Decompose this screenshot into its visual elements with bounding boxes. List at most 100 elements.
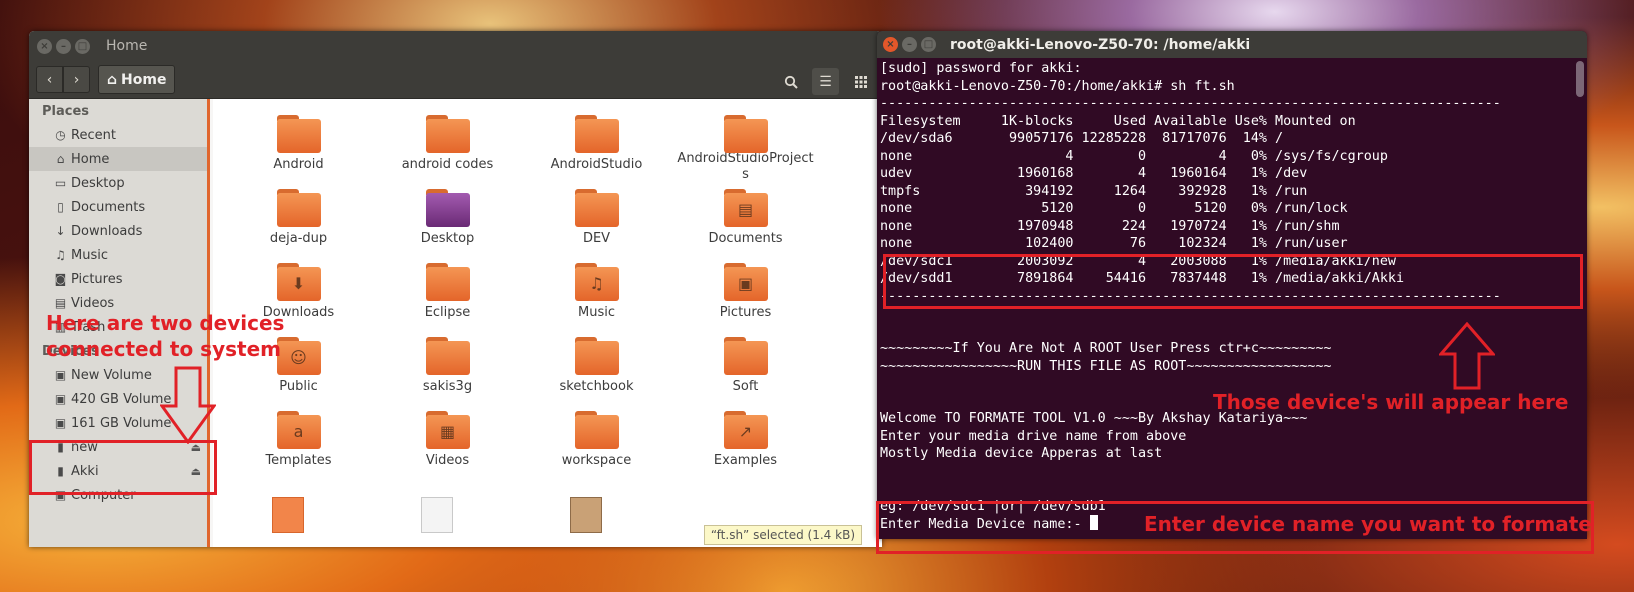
terminal-titlebar: × – □ root@akki-Lenovo-Z50-70: /home/akk…: [877, 31, 1587, 58]
file-item[interactable]: sketchbook: [522, 331, 671, 405]
file-item[interactable]: DEV: [522, 183, 671, 257]
sidebar-item-recent[interactable]: ◷ Recent: [29, 123, 207, 147]
folder-icon: ⬇: [276, 263, 321, 301]
path-home-button[interactable]: ⌂ Home: [98, 65, 176, 94]
sidebar-item-downloads[interactable]: ↓ Downloads: [29, 219, 207, 243]
file-item[interactable]: Soft: [671, 331, 820, 405]
sidebar-item-documents[interactable]: ▯ Documents: [29, 195, 207, 219]
sidebar-item-label: Downloads: [71, 223, 143, 239]
sidebar-item-label: 161 GB Volume: [71, 415, 172, 431]
file-item[interactable]: workspace: [522, 405, 671, 479]
file-name: deja-dup: [269, 231, 328, 246]
drive-icon: ▣: [54, 392, 67, 406]
devices-annotation-line1: Here are two devices: [46, 311, 285, 335]
terminal-line-text: /dev/sda6 99057176 12285228 81717076 14%…: [880, 131, 1284, 146]
back-button[interactable]: ‹: [36, 66, 63, 93]
sidebar-item-label: Desktop: [71, 175, 125, 191]
terminal-line-text: Enter your media drive name from above: [880, 428, 1187, 444]
file-name: Android: [273, 157, 324, 172]
sidebar-item-music[interactable]: ♫ Music: [29, 243, 207, 267]
down-arrow-annotation: [160, 366, 216, 444]
terminal-line: [sudo] password for akki:: [880, 60, 1584, 78]
package-file-icon[interactable]: [570, 497, 602, 533]
terminal-line-text: tmpfs 394192 1264 392928 1% /run: [880, 183, 1308, 199]
file-name: Public: [279, 379, 318, 394]
maximize-icon[interactable]: □: [921, 37, 936, 52]
chevron-right-icon: ›: [73, 71, 80, 88]
terminal-line: Enter your media drive name from above: [880, 428, 1584, 446]
file-name: Videos: [425, 453, 470, 468]
file-item[interactable]: ▣ Pictures: [671, 257, 820, 331]
minimize-icon[interactable]: –: [56, 38, 71, 54]
text-file-icon[interactable]: [421, 497, 453, 533]
file-item[interactable]: Eclipse: [373, 257, 522, 331]
sidebar-item-pictures[interactable]: ◙ Pictures: [29, 267, 207, 291]
file-item[interactable]: a Templates: [224, 405, 373, 479]
home-icon: ⌂: [107, 71, 118, 88]
folder-emblem-icon: ♫: [589, 274, 604, 293]
terminal-line: tmpfs 394192 1264 392928 1% /run: [880, 183, 1584, 201]
list-view-icon[interactable]: ☰: [812, 68, 839, 95]
search-icon[interactable]: [777, 68, 804, 95]
terminal-annotation: Those device's will appear here: [1213, 390, 1569, 414]
file-name: Eclipse: [424, 305, 471, 320]
file-item[interactable]: android codes: [373, 109, 522, 183]
devices-annotation: Here are two devices connected to system: [46, 310, 284, 362]
forward-button[interactable]: ›: [63, 66, 90, 93]
sidebar-item-home[interactable]: ⌂ Home: [29, 147, 207, 171]
terminal-line-text: none 102400 76 102324 1% /run/user: [880, 236, 1348, 251]
document-file-icon[interactable]: [272, 497, 304, 533]
folder-icon: [276, 115, 321, 153]
folder-icon: [723, 115, 768, 153]
folder-emblem-icon: ↗: [738, 422, 753, 441]
file-item[interactable]: Android: [224, 109, 373, 183]
sidebar-item-desktop[interactable]: ▭ Desktop: [29, 171, 207, 195]
file-item[interactable]: ↗ Examples: [671, 405, 820, 479]
folder-emblem-icon: ▣: [737, 274, 754, 293]
folder-icon: ♫: [574, 263, 619, 301]
close-icon[interactable]: ×: [883, 37, 898, 52]
terminal-line-text: none 4 0 4 0% /sys/fs/cgroup: [880, 148, 1388, 164]
terminal-line: root@akki-Lenovo-Z50-70:/home/akki# sh f…: [880, 78, 1584, 96]
up-arrow-annotation: [1439, 322, 1495, 390]
folder-icon: ▦: [425, 411, 470, 449]
folder-icon: [425, 115, 470, 153]
terminal-line-text: ~~~~~~~~~~~~~~~~~RUN THIS FILE AS ROOT~~…: [880, 358, 1332, 374]
sidebar-item-label: 420 GB Volume: [71, 391, 172, 407]
file-item[interactable]: ♫ Music: [522, 257, 671, 331]
terminal-line-text: none 5120 0 5120 0% /run/lock: [880, 201, 1348, 216]
folder-icon: [425, 189, 470, 227]
folder-icon: [574, 411, 619, 449]
minimize-icon[interactable]: –: [902, 37, 917, 52]
drive-icon: ▣: [54, 368, 67, 382]
file-item[interactable]: ▤ Documents: [671, 183, 820, 257]
file-name: Soft: [732, 379, 759, 394]
camera-icon: ◙: [54, 272, 67, 286]
folder-emblem-icon: ⬇: [291, 274, 306, 293]
terminal-devices-highlight-box: [883, 254, 1583, 309]
terminal-line-text: Filesystem 1K-blocks Used Available Use%…: [880, 113, 1356, 129]
file-name: Music: [578, 305, 615, 320]
file-item[interactable]: AndroidStudioProjects: [671, 109, 820, 183]
terminal-line-text: root@akki-Lenovo-Z50-70:/home/akki# sh f…: [880, 78, 1235, 94]
file-item[interactable]: deja-dup: [224, 183, 373, 257]
file-item[interactable]: sakis3g: [373, 331, 522, 405]
terminal-scrollbar[interactable]: [1576, 61, 1584, 97]
file-name: Documents: [708, 231, 783, 246]
folder-icon: [276, 189, 321, 227]
file-item[interactable]: AndroidStudio: [522, 109, 671, 183]
file-item[interactable]: ▦ Videos: [373, 405, 522, 479]
file-name: Examples: [713, 453, 778, 468]
folder-emblem-icon: ▤: [737, 200, 754, 219]
grid-view-icon[interactable]: [847, 68, 874, 95]
file-name: AndroidStudio: [550, 157, 643, 172]
file-name: Desktop: [420, 231, 475, 246]
close-icon[interactable]: ×: [37, 38, 52, 54]
maximize-icon[interactable]: □: [75, 38, 90, 54]
file-view: Android android codes AndroidStudio Android…: [213, 99, 882, 547]
download-icon: ↓: [55, 224, 66, 238]
folder-icon: ▤: [723, 189, 768, 227]
file-item[interactable]: Desktop: [373, 183, 522, 257]
